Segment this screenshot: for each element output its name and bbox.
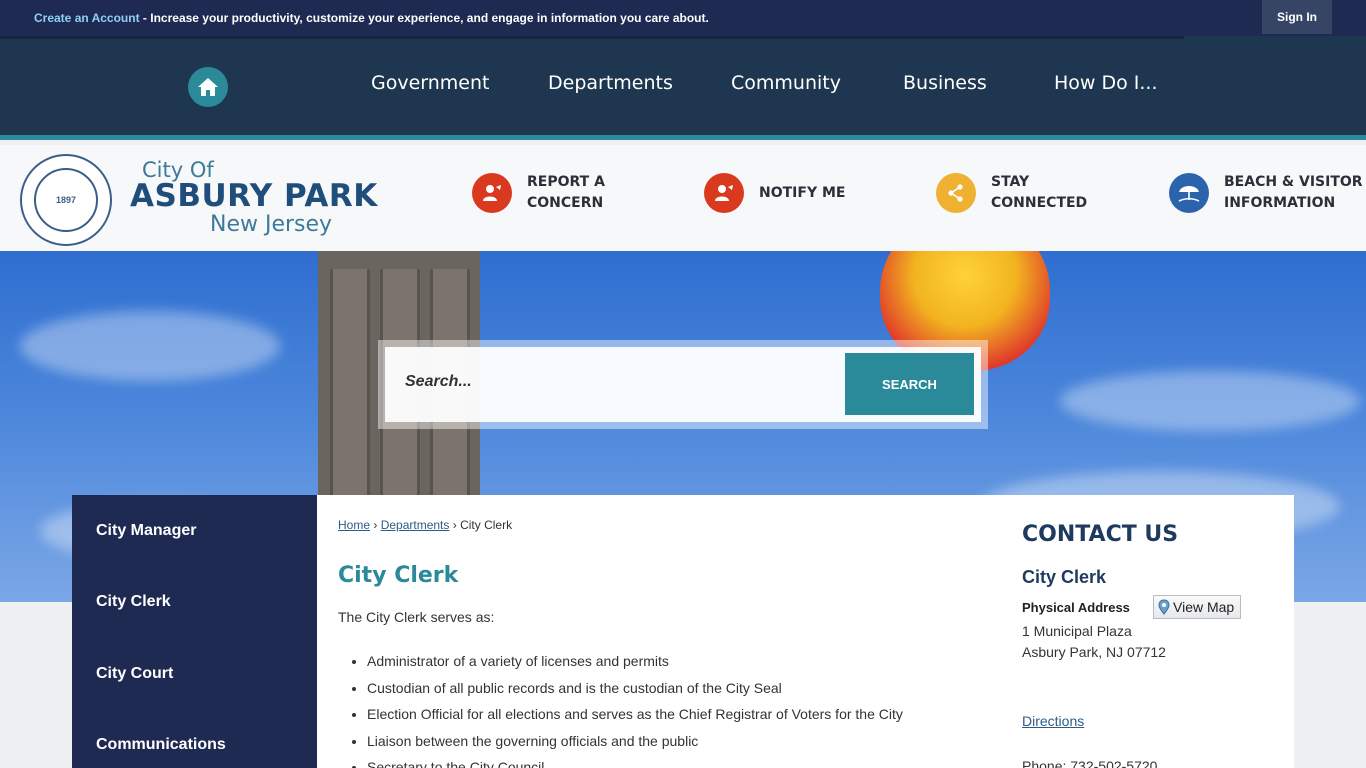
sidebar-item-city-manager[interactable]: City Manager bbox=[96, 522, 196, 540]
site-header: 1897 City Of ASBURY PARK New Jersey REPO… bbox=[0, 145, 1366, 251]
report-concern-link[interactable]: REPORT A CONCERN bbox=[472, 173, 605, 213]
logo-new-jersey[interactable]: New Jersey bbox=[210, 212, 332, 237]
view-map-label: View Map bbox=[1173, 599, 1235, 615]
account-bar: Create an Account - Increase your produc… bbox=[0, 0, 1366, 36]
address-label: Physical Address bbox=[1022, 600, 1130, 615]
cloud bbox=[20, 311, 280, 381]
sidebar-nav: City Manager City Clerk City Court Commu… bbox=[72, 495, 317, 768]
beach-visitor-label: BEACH & VISITOR INFORMATION bbox=[1224, 174, 1363, 211]
stay-connected-label: STAY CONNECTED bbox=[991, 174, 1088, 211]
account-message: Create an Account - Increase your produc… bbox=[34, 11, 709, 25]
search-placeholder: Search... bbox=[405, 373, 472, 390]
share-icon bbox=[936, 173, 976, 213]
breadcrumb-home[interactable]: Home bbox=[338, 518, 370, 532]
nav-government[interactable]: Government bbox=[371, 72, 490, 94]
sidebar-item-city-clerk[interactable]: City Clerk bbox=[96, 593, 171, 611]
address-line-1: 1 Municipal Plaza bbox=[1022, 623, 1132, 639]
notify-me-link[interactable]: NOTIFY ME bbox=[704, 173, 845, 213]
list-item: Liaison between the governing officials … bbox=[367, 731, 903, 758]
view-map-button[interactable]: View Map bbox=[1153, 595, 1241, 619]
sign-in-button[interactable]: Sign In bbox=[1262, 0, 1332, 34]
page-title: City Clerk bbox=[338, 563, 459, 588]
map-pin-icon bbox=[1158, 599, 1170, 615]
sidebar-item-communications[interactable]: Communications bbox=[96, 736, 226, 754]
home-button[interactable] bbox=[188, 67, 228, 107]
create-account-link[interactable]: Create an Account bbox=[34, 11, 140, 25]
nav-community[interactable]: Community bbox=[731, 72, 841, 94]
nav-business[interactable]: Business bbox=[903, 72, 987, 94]
search-button[interactable]: SEARCH bbox=[845, 353, 974, 415]
notify-me-icon bbox=[704, 173, 744, 213]
sidebar-item-city-court[interactable]: City Court bbox=[96, 665, 173, 683]
breadcrumb-current: City Clerk bbox=[460, 518, 513, 532]
notify-me-label: NOTIFY ME bbox=[759, 184, 846, 201]
breadcrumb-departments[interactable]: Departments bbox=[381, 518, 450, 532]
main-content: Home › Departments › City Clerk City Cle… bbox=[317, 495, 1294, 768]
account-message-text: - Increase your productivity, customize … bbox=[139, 11, 709, 25]
breadcrumb: Home › Departments › City Clerk bbox=[338, 518, 513, 532]
home-icon bbox=[198, 78, 218, 96]
duties-list: Administrator of a variety of licenses a… bbox=[367, 651, 903, 768]
directions-link[interactable]: Directions bbox=[1022, 713, 1084, 729]
seal-inner: 1897 bbox=[34, 168, 98, 232]
report-concern-icon bbox=[472, 173, 512, 213]
nav-top-strip bbox=[0, 36, 1184, 39]
contact-name: City Clerk bbox=[1022, 567, 1107, 587]
nav-departments[interactable]: Departments bbox=[548, 72, 673, 94]
list-item: Election Official for all elections and … bbox=[367, 704, 903, 731]
page-intro: The City Clerk serves as: bbox=[338, 609, 495, 625]
contact-heading: CONTACT US bbox=[1022, 522, 1179, 547]
beach-visitor-link[interactable]: BEACH & VISITOR INFORMATION bbox=[1169, 173, 1363, 213]
beach-umbrella-icon bbox=[1169, 173, 1209, 213]
address-line-2: Asbury Park, NJ 07712 bbox=[1022, 644, 1166, 660]
list-item: Custodian of all public records and is t… bbox=[367, 678, 903, 705]
list-item: Administrator of a variety of licenses a… bbox=[367, 651, 903, 678]
list-item: Secretary to the City Council bbox=[367, 757, 903, 768]
tower-column bbox=[330, 269, 370, 495]
city-seal-logo[interactable]: 1897 bbox=[20, 154, 112, 246]
logo-asbury-park[interactable]: ASBURY PARK bbox=[130, 178, 378, 214]
stay-connected-link[interactable]: STAY CONNECTED bbox=[936, 173, 1087, 213]
nav-how-do-i[interactable]: How Do I... bbox=[1054, 72, 1158, 94]
main-navigation: Government Departments Community Busines… bbox=[0, 36, 1366, 140]
report-concern-label: REPORT A CONCERN bbox=[527, 174, 605, 211]
cloud bbox=[1060, 371, 1360, 431]
phone-number: Phone: 732-502-5720 bbox=[1022, 758, 1158, 768]
